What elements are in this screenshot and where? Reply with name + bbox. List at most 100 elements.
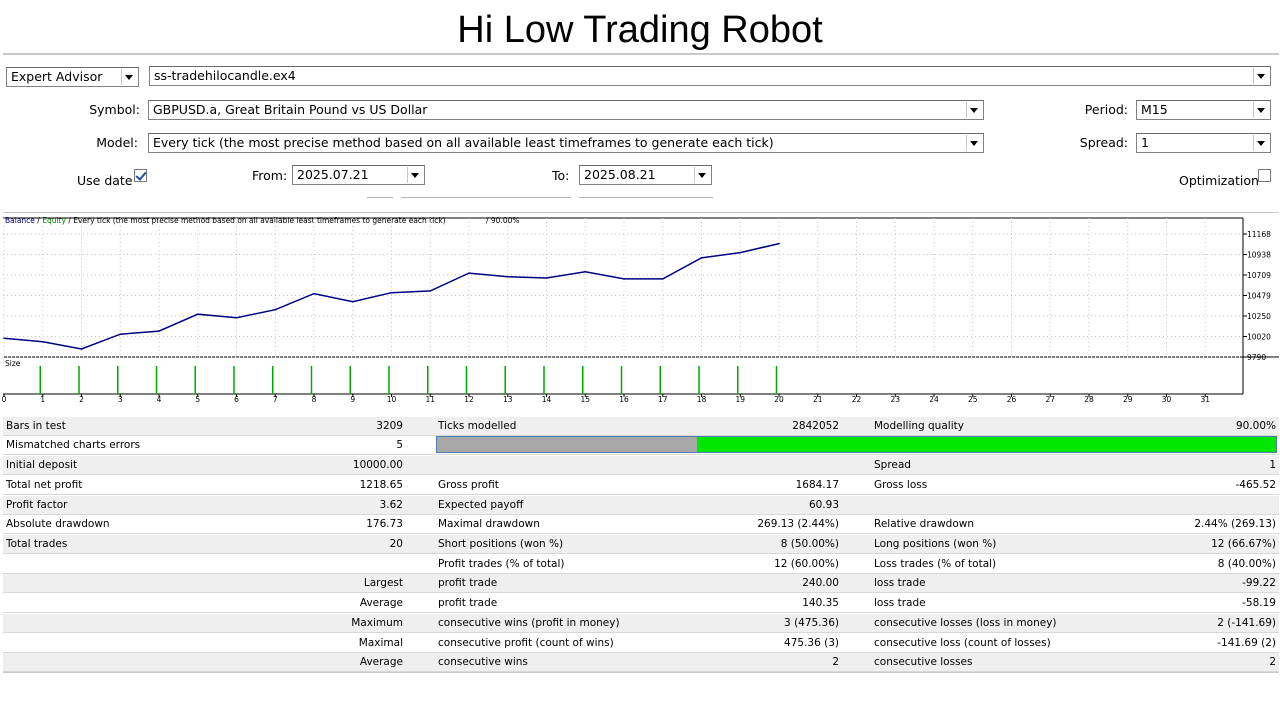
y-tick-label: 10020: [1247, 332, 1271, 341]
model-label: Model:: [96, 135, 138, 150]
balance-point: [662, 278, 664, 280]
quality-bar-grey: [437, 437, 698, 452]
expert-file-value: ss-tradehilocandle.ex4: [154, 68, 296, 83]
mode-select[interactable]: Expert Advisor: [6, 67, 139, 87]
period-value: M15: [1141, 102, 1168, 117]
bottom-divider: [3, 672, 1279, 673]
balance-point: [3, 337, 5, 340]
legend-equity: Equity: [42, 216, 66, 225]
model-value: Every tick (the most precise method base…: [153, 135, 774, 150]
balance-point: [119, 333, 122, 335]
average-loss-value: -58.19: [1242, 597, 1276, 609]
total-trades-value: 20: [389, 538, 403, 550]
y-tick-label: 11168: [1247, 230, 1271, 239]
chevron-down-icon[interactable]: [966, 135, 982, 151]
bars-in-test-label: Bars in test: [6, 420, 66, 432]
table-row: Average profit trade 140.35 loss trade -…: [3, 594, 1279, 613]
mismatched-value: 5: [396, 439, 403, 451]
x-tick-label: 22: [852, 395, 862, 404]
bars-in-test-value: 3209: [376, 420, 403, 432]
initial-deposit-value: 10000.00: [352, 459, 403, 471]
y-tick-label: 10479: [1247, 292, 1271, 301]
maximal-consec-profit-label: consecutive profit (count of wins): [438, 637, 614, 649]
largest-profit-label: profit trade: [438, 577, 498, 589]
x-tick-label: 8: [312, 395, 317, 404]
y-tick-label: 10250: [1247, 312, 1271, 321]
top-divider: [3, 53, 1279, 55]
expert-file-select[interactable]: ss-tradehilocandle.ex4: [149, 66, 1271, 86]
long-positions-label: Long positions (won %): [874, 538, 997, 550]
balance-point: [778, 242, 780, 245]
x-tick-label: 7: [273, 395, 278, 404]
table-row: Profit factor 3.62 Expected payoff 60.93: [3, 496, 1279, 515]
balance-point: [739, 251, 742, 254]
largest-loss-value: -99.22: [1242, 577, 1276, 589]
x-tick-label: 31: [1200, 395, 1210, 404]
chevron-down-icon[interactable]: [1253, 68, 1269, 84]
balance-chart: Balance / Equity / Every tick (the most …: [2, 216, 1279, 404]
x-tick-label: 15: [580, 395, 590, 404]
modelling-quality-bar: [436, 436, 1277, 453]
from-date-value: 2025.07.21: [297, 167, 369, 182]
balance-point: [42, 341, 44, 343]
optimization-checkbox[interactable]: [1258, 169, 1271, 182]
balance-point: [584, 271, 587, 273]
x-tick-label: 28: [1084, 395, 1094, 404]
table-row: Initial deposit 10000.00 Spread 1: [3, 456, 1279, 475]
total-trades-label: Total trades: [6, 538, 68, 550]
x-tick-label: 18: [697, 395, 707, 404]
profit-trades-label: Profit trades (% of total): [438, 558, 565, 570]
modelling-quality-label: Modelling quality: [874, 420, 964, 432]
maximal-label: Maximal: [358, 637, 403, 649]
balance-point: [429, 290, 432, 292]
x-tick-label: 17: [658, 395, 668, 404]
total-net-profit-label: Total net profit: [6, 479, 83, 491]
x-tick-label: 25: [968, 395, 978, 404]
balance-point: [235, 316, 238, 319]
chevron-down-icon[interactable]: [1253, 135, 1269, 151]
symbol-value: GBPUSD.a, Great Britain Pound vs US Doll…: [153, 102, 428, 117]
chevron-down-icon[interactable]: [966, 102, 982, 118]
spread-select[interactable]: 1: [1136, 133, 1271, 153]
to-date-select[interactable]: 2025.08.21: [579, 165, 712, 185]
total-net-profit-value: 1218.65: [359, 479, 403, 491]
mismatched-label: Mismatched charts errors: [6, 439, 141, 451]
model-select[interactable]: Every tick (the most precise method base…: [148, 133, 984, 153]
period-select[interactable]: M15: [1136, 100, 1271, 120]
x-tick-label: 5: [195, 395, 200, 404]
x-tick-label: 30: [1162, 395, 1172, 404]
x-tick-label: 20: [774, 395, 784, 404]
profit-factor-label: Profit factor: [6, 499, 68, 511]
balance-point: [158, 330, 160, 332]
legend-balance: Balance: [5, 216, 35, 225]
x-tick-label: 3: [118, 395, 123, 404]
divider: [579, 197, 713, 198]
initial-deposit-label: Initial deposit: [6, 459, 78, 471]
gross-loss-label: Gross loss: [874, 479, 928, 491]
max-consec-wins-value: 3 (475.36): [784, 617, 839, 629]
table-row: Maximum consecutive wins (profit in mone…: [3, 614, 1279, 633]
chevron-down-icon[interactable]: [1253, 102, 1269, 118]
x-tick-label: 16: [619, 395, 629, 404]
balance-point: [468, 272, 470, 274]
max-consec-losses-label: consecutive losses (loss in money): [874, 617, 1057, 629]
from-date-select[interactable]: 2025.07.21: [292, 165, 425, 185]
balance-point: [197, 313, 199, 315]
symbol-select[interactable]: GBPUSD.a, Great Britain Pound vs US Doll…: [148, 100, 984, 120]
chevron-down-icon[interactable]: [407, 167, 423, 183]
table-row: Average consecutive wins 2 consecutive l…: [3, 653, 1279, 672]
balance-point: [80, 348, 83, 350]
use-date-checkbox[interactable]: [134, 169, 147, 182]
chevron-down-icon[interactable]: [121, 69, 137, 85]
maximal-consec-loss-label: consecutive loss (count of losses): [874, 637, 1051, 649]
gross-loss-value: -465.52: [1235, 479, 1276, 491]
mode-select-value: Expert Advisor: [11, 69, 103, 84]
divider: [367, 197, 393, 198]
maximal-drawdown-label: Maximal drawdown: [438, 518, 540, 530]
x-tick-label: 1: [40, 395, 45, 404]
profit-trades-value: 12 (60.00%): [774, 558, 839, 570]
loss-trades-label: Loss trades (% of total): [874, 558, 997, 570]
chevron-down-icon[interactable]: [694, 167, 710, 183]
largest-loss-label: loss trade: [874, 577, 926, 589]
balance-point: [545, 277, 548, 279]
